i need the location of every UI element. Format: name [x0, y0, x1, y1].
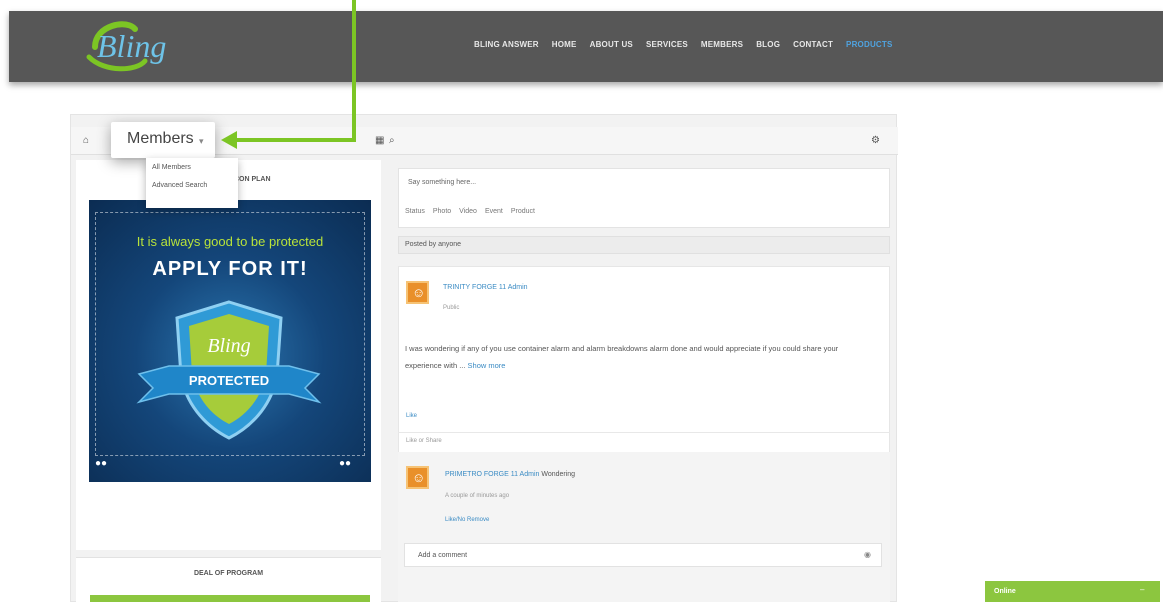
badge-logo: Bling [207, 335, 250, 357]
feed-body: I was wondering if any of you use contai… [405, 340, 860, 374]
post-action-button[interactable]: Photo [433, 208, 451, 215]
nav-item[interactable]: MEMBERS [701, 40, 743, 49]
side-box-button[interactable] [90, 595, 370, 602]
comment-text: Wondering [541, 471, 576, 478]
callout-line-horizontal [236, 138, 356, 142]
feed-divider [398, 432, 890, 433]
nav-item[interactable]: HOME [552, 40, 577, 49]
post-action-button[interactable]: Status [405, 208, 425, 215]
chevron-down-icon[interactable]: ▾ [199, 136, 204, 147]
members-label[interactable]: Members [127, 130, 194, 148]
feed-author[interactable]: TRINITY FORGE 11 Admin [443, 284, 528, 291]
feed-filter-label[interactable]: Posted by anyone [405, 241, 461, 248]
add-comment-field[interactable] [404, 543, 882, 567]
nav-item[interactable]: BLING ANSWER [474, 40, 539, 49]
members-menu: All Members Advanced Search [146, 158, 238, 208]
comment-actions-link[interactable]: Like/No Remove [445, 517, 489, 523]
avatar[interactable]: ☺ [406, 281, 429, 304]
main-nav: BLING ANSWER HOME ABOUT US SERVICES MEMBERS B… [474, 40, 893, 49]
chat-toggle-icon[interactable]: – [1140, 585, 1144, 594]
nav-item[interactable]: CONTACT [793, 40, 833, 49]
side-box-title: DEAL OF PROGRAM [193, 570, 264, 577]
logo-text: Bling [97, 28, 166, 64]
like-link[interactable]: Like [406, 413, 417, 419]
post-action-button[interactable]: Product [511, 208, 535, 215]
badge-text: PROTECTED [189, 373, 269, 388]
comment-send-icon[interactable]: ◉ [864, 550, 871, 559]
shield-icon: Bling PROTECTED [136, 300, 322, 440]
nav-item[interactable]: SERVICES [646, 40, 688, 49]
nav-item[interactable]: BLOG [756, 40, 780, 49]
comment-meta: A couple of minutes ago [445, 493, 510, 499]
post-action-button[interactable]: Video [459, 208, 477, 215]
comment-author[interactable]: PRIMETRO FORGE 11 Admin [445, 471, 539, 478]
site-header: Bling BLING ANSWER HOME ABOUT US SERVICES ME… [9, 11, 1163, 82]
add-comment-label[interactable]: Add a comment [418, 552, 467, 559]
comment-header: PRIMETRO FORGE 11 Admin Wondering [445, 471, 575, 478]
post-input[interactable]: Say something here... [408, 179, 476, 186]
promo-headline: APPLY FOR IT! [152, 258, 308, 280]
feed-filter-bar[interactable] [398, 236, 890, 254]
feed-meta: Public [443, 305, 460, 311]
settings-icon[interactable]: ⚙ [871, 135, 880, 146]
comment-avatar[interactable]: ☺ [406, 466, 429, 489]
post-composer[interactable] [398, 168, 890, 228]
promo-tagline: It is always good to be protected [136, 234, 324, 249]
share-link[interactable]: Like or Share [406, 438, 442, 444]
grid-icon[interactable]: ▦ [375, 135, 384, 146]
members-menu-item[interactable]: Advanced Search [146, 176, 238, 194]
promo-banner[interactable]: It is always good to be protected APPLY … [89, 200, 371, 482]
page: Bling BLING ANSWER HOME ABOUT US SERVICES ME… [0, 0, 1163, 602]
nav-item[interactable]: PRODUCTS [846, 40, 893, 49]
post-actions: Status Photo Video Event Product [405, 208, 535, 215]
bling-logo[interactable]: Bling [75, 15, 193, 79]
home-icon[interactable]: ⌂ [83, 135, 89, 146]
nav-item[interactable]: ABOUT US [590, 40, 633, 49]
post-action-button[interactable]: Event [485, 208, 503, 215]
promo-dots-right: ●● [339, 458, 352, 469]
members-menu-item[interactable]: All Members [146, 158, 238, 176]
promo-dots-left: ●● [95, 458, 108, 469]
show-more-link[interactable]: Show more [468, 361, 506, 370]
search-icon[interactable]: ⌕ [389, 135, 395, 146]
members-dropdown[interactable]: Members ▾ [111, 122, 215, 158]
callout-arrow-icon [221, 131, 237, 149]
chat-label[interactable]: Online [994, 588, 1016, 595]
callout-line-vertical [352, 0, 356, 141]
